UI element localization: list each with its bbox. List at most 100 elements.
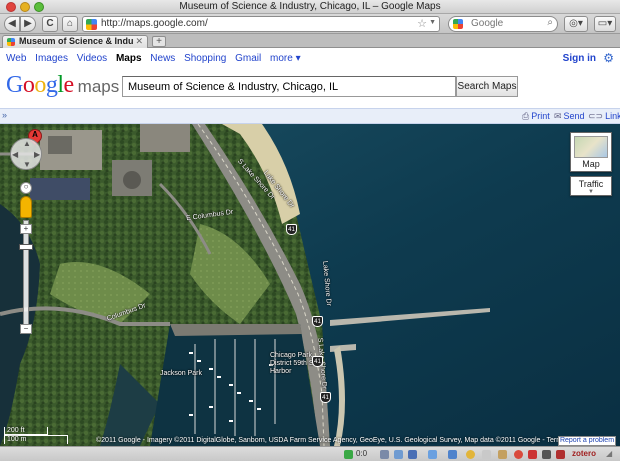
back-button[interactable]: ◀ [4, 16, 20, 32]
route-41-shield-icon: 41 [312, 356, 323, 367]
route-41-shield-icon: 41 [286, 224, 297, 235]
park-label: Jackson Park [160, 370, 203, 377]
google-favicon-icon [86, 19, 97, 30]
extension-icon[interactable] [408, 450, 417, 459]
send-label: Send [563, 111, 585, 121]
tab-google-maps[interactable]: Museum of Science & Industry, Chicago, I… [2, 35, 148, 48]
home-button[interactable]: ⌂ [62, 16, 78, 32]
url-text: http://maps.google.com/ [101, 18, 208, 29]
nav-link-shopping[interactable]: Shopping [184, 53, 226, 64]
search-maps-button[interactable]: Search Maps [456, 76, 518, 97]
zotero-icon[interactable] [556, 450, 565, 459]
nav-link-maps[interactable]: Maps [116, 53, 142, 64]
status-count: 0:0 [356, 449, 368, 458]
reload-button[interactable]: C [42, 16, 58, 32]
window-title: Museum of Science & Industry, Chicago, I… [179, 1, 441, 12]
maps-logo-text: maps [77, 77, 120, 96]
browser-search-bar[interactable]: ⌕ [448, 16, 558, 32]
zoom-in-button[interactable]: + [20, 224, 32, 234]
extension-icon[interactable] [448, 450, 457, 459]
zoom-slider-track[interactable] [23, 220, 29, 332]
map-utility-bar: » ⎙ Print ✉ Send ⊂⊃ Link [0, 108, 620, 124]
print-label: Print [531, 111, 550, 121]
route-41-shield-icon: 41 [312, 316, 323, 327]
traffic-label: Traffic [578, 179, 604, 189]
pan-down-icon[interactable]: ▼ [23, 160, 31, 169]
extension-icon[interactable] [466, 450, 475, 459]
nav-link-videos[interactable]: Videos [77, 53, 107, 64]
adblock-icon[interactable] [514, 450, 523, 459]
link-link[interactable]: ⊂⊃ Link [588, 111, 620, 122]
pan-control[interactable]: ▲ ▼ ◀ ▶ [10, 138, 42, 170]
google-search-engine-icon[interactable] [453, 19, 463, 29]
zoom-reset-button[interactable]: ○ [20, 182, 32, 194]
zoom-slider-handle[interactable] [19, 244, 33, 250]
pan-right-icon[interactable]: ▶ [34, 150, 40, 159]
browser-search-input[interactable] [471, 18, 541, 29]
url-bar[interactable]: http://maps.google.com/ ☆ ▼ [82, 16, 440, 32]
window-titlebar: Museum of Science & Industry, Chicago, I… [0, 0, 620, 14]
map-scale: 200 ft 100 m [4, 427, 74, 445]
google-logo-text: Google [6, 72, 74, 98]
browser-toolbar: ◀ ▶ C ⌂ http://maps.google.com/ ☆ ▼ ⌕ ◎▾… [0, 14, 620, 34]
browser-status-bar: 0:0 zotero ◢ [0, 446, 620, 461]
product-links: Web Images Videos Maps News Shopping Gma… [6, 53, 307, 64]
bookmark-star-icon[interactable]: ☆ [417, 17, 427, 30]
search-icon[interactable]: ⌕ [547, 17, 553, 28]
google-top-nav: Web Images Videos Maps News Shopping Gma… [0, 48, 620, 68]
extension-icon[interactable] [498, 450, 507, 459]
nav-link-news[interactable]: News [150, 53, 175, 64]
printer-icon: ⎙ [522, 111, 530, 121]
pan-up-icon[interactable]: ▲ [23, 139, 31, 148]
window-menu-button[interactable]: ▭▾ [594, 16, 616, 32]
scale-feet: 200 ft [4, 427, 48, 435]
nav-link-gmail[interactable]: Gmail [235, 53, 261, 64]
maps-header: Googlemaps Search Maps [0, 68, 620, 108]
camel-icon[interactable] [542, 450, 551, 459]
maps-search-box[interactable] [122, 76, 456, 97]
scale-meters: 100 m [4, 435, 68, 444]
extension-icon[interactable] [482, 450, 491, 459]
envelope-icon: ✉ [554, 111, 562, 121]
pegman-street-view-icon[interactable] [20, 196, 32, 218]
report-problem-link[interactable]: Report a problem [558, 436, 616, 446]
sign-in-link[interactable]: Sign in [563, 53, 596, 64]
status-check-icon [344, 450, 353, 459]
extension-icon[interactable] [528, 450, 537, 459]
link-label: Link [605, 111, 620, 121]
map-thumbnail [574, 136, 608, 158]
send-link[interactable]: ✉ Send [554, 111, 585, 122]
extension-icon[interactable] [394, 450, 403, 459]
nav-link-more-label: more [270, 53, 293, 64]
extension-icon[interactable] [428, 450, 437, 459]
print-link[interactable]: ⎙ Print [522, 111, 550, 122]
map-type-button[interactable]: Map [570, 132, 612, 172]
chevron-down-icon: ▼ [588, 189, 594, 195]
extension-icon[interactable] [380, 450, 389, 459]
zoom-out-button[interactable]: − [20, 324, 32, 334]
maps-search-input[interactable] [123, 77, 455, 96]
zotero-label[interactable]: zotero [572, 449, 596, 458]
satellite-map[interactable]: S Lake Shore Dr Lake Shore Dr E Columbus… [0, 124, 620, 446]
route-41-shield-icon: 41 [320, 392, 331, 403]
pan-left-icon[interactable]: ◀ [12, 150, 18, 159]
new-tab-button[interactable]: + [152, 36, 166, 47]
traffic-button[interactable]: Traffic ▼ [570, 176, 612, 196]
tab-label: Museum of Science & Industry, Chicago, I… [19, 36, 133, 46]
google-maps-logo[interactable]: Google maps [6, 72, 119, 99]
nav-link-images[interactable]: Images [35, 53, 68, 64]
tab-bar: Museum of Science & Industry, Chicago, I… [0, 34, 620, 48]
map-copyright: ©2011 Google - Imagery ©2011 DigitalGlob… [96, 437, 588, 444]
close-tab-icon[interactable]: ✕ [135, 36, 143, 47]
extension-menu-button[interactable]: ◎▾ [564, 16, 588, 32]
url-dropdown-icon[interactable]: ▼ [429, 19, 436, 26]
nav-link-web[interactable]: Web [6, 53, 26, 64]
map-type-label: Map [582, 159, 600, 169]
satellite-imagery [0, 124, 620, 446]
forward-button[interactable]: ▶ [20, 16, 36, 32]
resize-grip-icon[interactable]: ◢ [606, 449, 612, 458]
collapse-panel-icon[interactable]: » [2, 110, 7, 120]
gear-icon[interactable]: ⚙ [603, 51, 614, 65]
google-favicon-icon [7, 38, 15, 46]
nav-link-more[interactable]: more ▾ [270, 53, 301, 64]
